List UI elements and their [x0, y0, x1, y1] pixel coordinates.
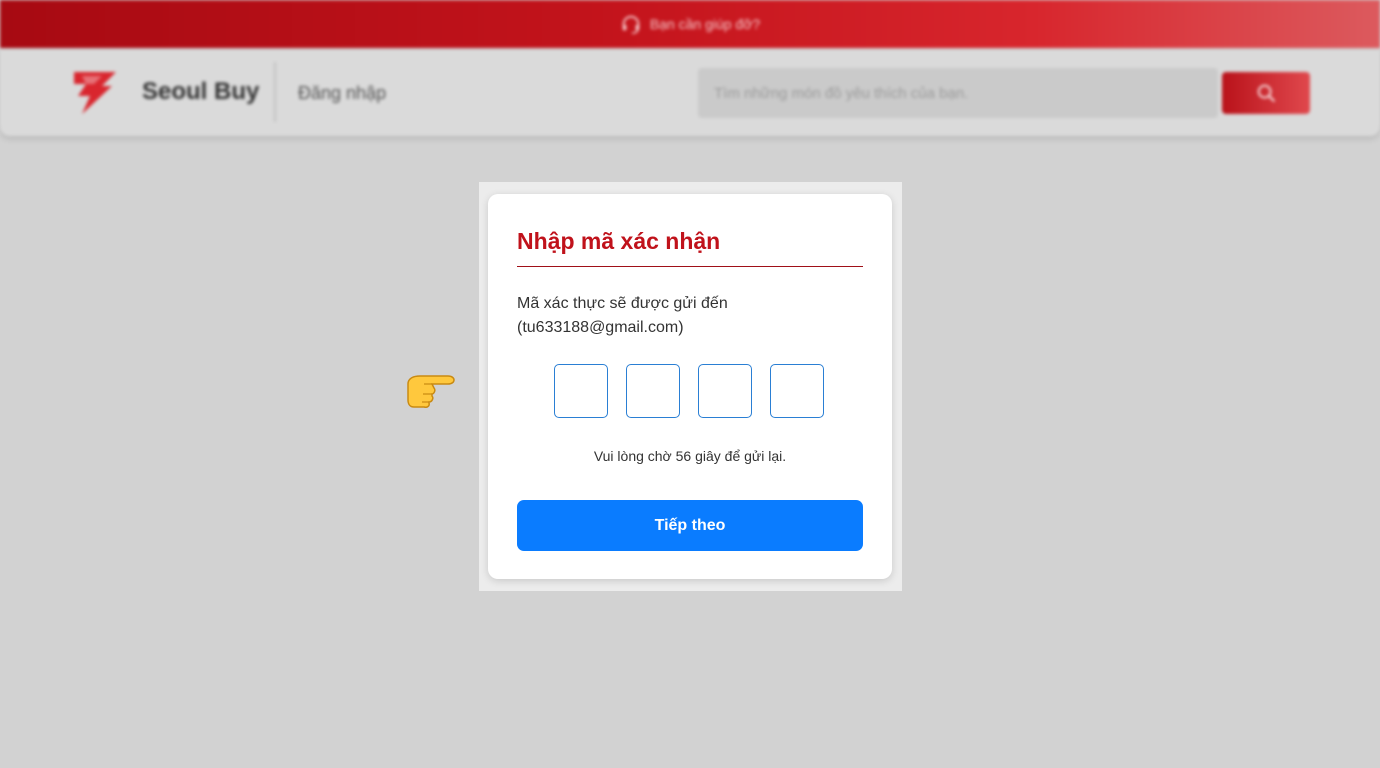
login-link[interactable]: Đăng nhập — [298, 83, 386, 104]
otp-digit-3[interactable] — [698, 364, 752, 418]
next-button[interactable]: Tiếp theo — [517, 500, 863, 551]
otp-digit-1[interactable] — [554, 364, 608, 418]
search-button[interactable] — [1222, 72, 1310, 114]
search-placeholder: Tìm những món đồ yêu thích của bạn. — [714, 84, 969, 102]
help-text: Bạn cần giúp đỡ? — [649, 16, 761, 32]
search-icon — [1257, 84, 1275, 102]
dialog-description: Mã xác thực sẽ được gửi đến (tu633188@gm… — [517, 292, 817, 340]
pointing-hand-icon — [407, 375, 455, 408]
otp-digit-2[interactable] — [626, 364, 680, 418]
help-bar[interactable]: Bạn cần giúp đỡ? — [0, 0, 1380, 48]
search-input[interactable]: Tìm những món đồ yêu thích của bạn. — [698, 68, 1218, 118]
brand-name[interactable]: Seoul Buy — [142, 78, 259, 106]
resend-countdown: Vui lòng chờ 56 giây để gửi lại. — [593, 448, 787, 464]
description-line: Mã xác thực sẽ được gửi đến — [517, 295, 728, 312]
dialog-title: Nhập mã xác nhận — [517, 228, 721, 254]
brand-logo[interactable] — [72, 70, 118, 116]
otp-digit-4[interactable] — [770, 364, 824, 418]
email-address: (tu633188@gmail.com) — [517, 319, 684, 336]
header-divider — [274, 62, 276, 122]
site-header: Seoul Buy Đăng nhập Tìm những món đồ yêu… — [0, 50, 1380, 136]
verification-dialog: Nhập mã xác nhận Mã xác thực sẽ được gửi… — [488, 194, 892, 579]
headset-icon — [622, 15, 640, 34]
title-underline — [517, 266, 863, 267]
